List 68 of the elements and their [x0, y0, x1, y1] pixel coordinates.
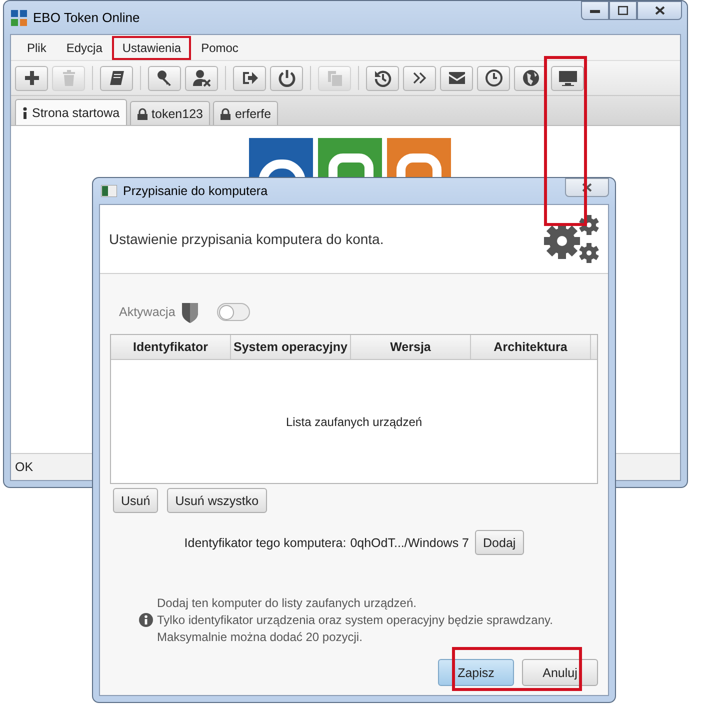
toolbar-button[interactable] [148, 66, 181, 90]
shield-icon [181, 302, 200, 322]
tab[interactable]: token123 [130, 101, 210, 125]
minimize-icon [590, 8, 600, 12]
app-logo-icon [11, 10, 27, 26]
toolbar-button[interactable] [403, 66, 436, 90]
toolbar-button[interactable] [270, 66, 303, 90]
window-icon [101, 185, 117, 197]
info-text: Dodaj ten komputer do listy zaufanych urządzeń. [157, 596, 418, 610]
gears-icon [544, 213, 600, 265]
toolbar-button[interactable] [366, 66, 399, 90]
column-header[interactable]: Architektura [471, 335, 591, 359]
plus-icon [22, 69, 40, 87]
remove-button[interactable]: Usuń [113, 488, 158, 513]
menu-item[interactable]: Edycja [56, 36, 112, 60]
toolbar-button[interactable] [100, 66, 133, 90]
lock-icon [136, 108, 148, 120]
envelope-icon [448, 69, 466, 87]
close-icon [582, 183, 592, 192]
cancel-button[interactable]: Anuluj [522, 659, 598, 686]
info-text: Maksymalnie można dodać 20 pozycji. [157, 630, 364, 644]
activation-toggle[interactable] [217, 303, 250, 321]
close-button[interactable] [637, 1, 682, 20]
menu-item[interactable]: Ustawienia [112, 36, 192, 60]
remove-button[interactable]: Usuń wszystko [167, 488, 267, 513]
clock-icon [484, 69, 502, 87]
toolbar-button[interactable] [477, 66, 510, 90]
dialog-title: Przypisanie do komputera [123, 184, 268, 198]
add-button[interactable]: Dodaj [475, 530, 524, 555]
info-icon [22, 106, 28, 118]
toolbar-button[interactable] [233, 66, 266, 90]
menu-item[interactable]: Plik [17, 36, 56, 60]
tab[interactable]: erferfe [212, 101, 278, 125]
toolbar-button[interactable] [551, 66, 584, 90]
close-icon [654, 6, 664, 15]
empty-table-text: Lista zaufanych urządzeń [286, 414, 422, 428]
lock-icon [220, 108, 231, 120]
maximize-button[interactable] [609, 1, 637, 20]
key-icon [156, 69, 174, 87]
close-button[interactable] [565, 178, 609, 197]
info-text: Tylko identyfikator urządzenia oraz system operacyjny będzie sprawdzany. [157, 613, 553, 627]
activation-label: Aktywacja [119, 305, 176, 319]
toolbar-button[interactable] [514, 66, 547, 90]
computer-id-value: 0qhOdT.../Windows 7 [350, 536, 470, 550]
window-title: EBO Token Online [33, 10, 140, 25]
status-text: OK [15, 460, 34, 474]
book-icon [108, 69, 126, 87]
user-remove-icon [192, 69, 210, 87]
toolbar-button[interactable] [15, 66, 48, 90]
toolbar-button[interactable] [185, 66, 218, 90]
column-header[interactable]: System operacyjny [231, 335, 351, 359]
copy-icon [326, 69, 344, 87]
globe-icon [522, 69, 540, 87]
maximize-icon [618, 6, 628, 15]
save-button[interactable]: Zapisz [438, 659, 514, 686]
dialog-header-text: Ustawienie przypisania komputera do konta. [109, 231, 384, 247]
tab[interactable]: Strona startowa [15, 99, 127, 125]
menu-item[interactable]: Pomoc [191, 36, 248, 60]
power-icon [278, 69, 296, 87]
toolbar-button[interactable] [440, 66, 473, 90]
column-header[interactable]: Wersja [351, 335, 471, 359]
column-header[interactable]: Identyfikator [111, 335, 231, 359]
computer-id-label: Identyfikator tego komputera: [184, 536, 346, 550]
monitor-icon [558, 69, 576, 87]
minimize-button[interactable] [581, 1, 609, 20]
sign-in-icon [240, 69, 258, 87]
info-icon [139, 613, 153, 627]
history-icon [374, 69, 392, 87]
